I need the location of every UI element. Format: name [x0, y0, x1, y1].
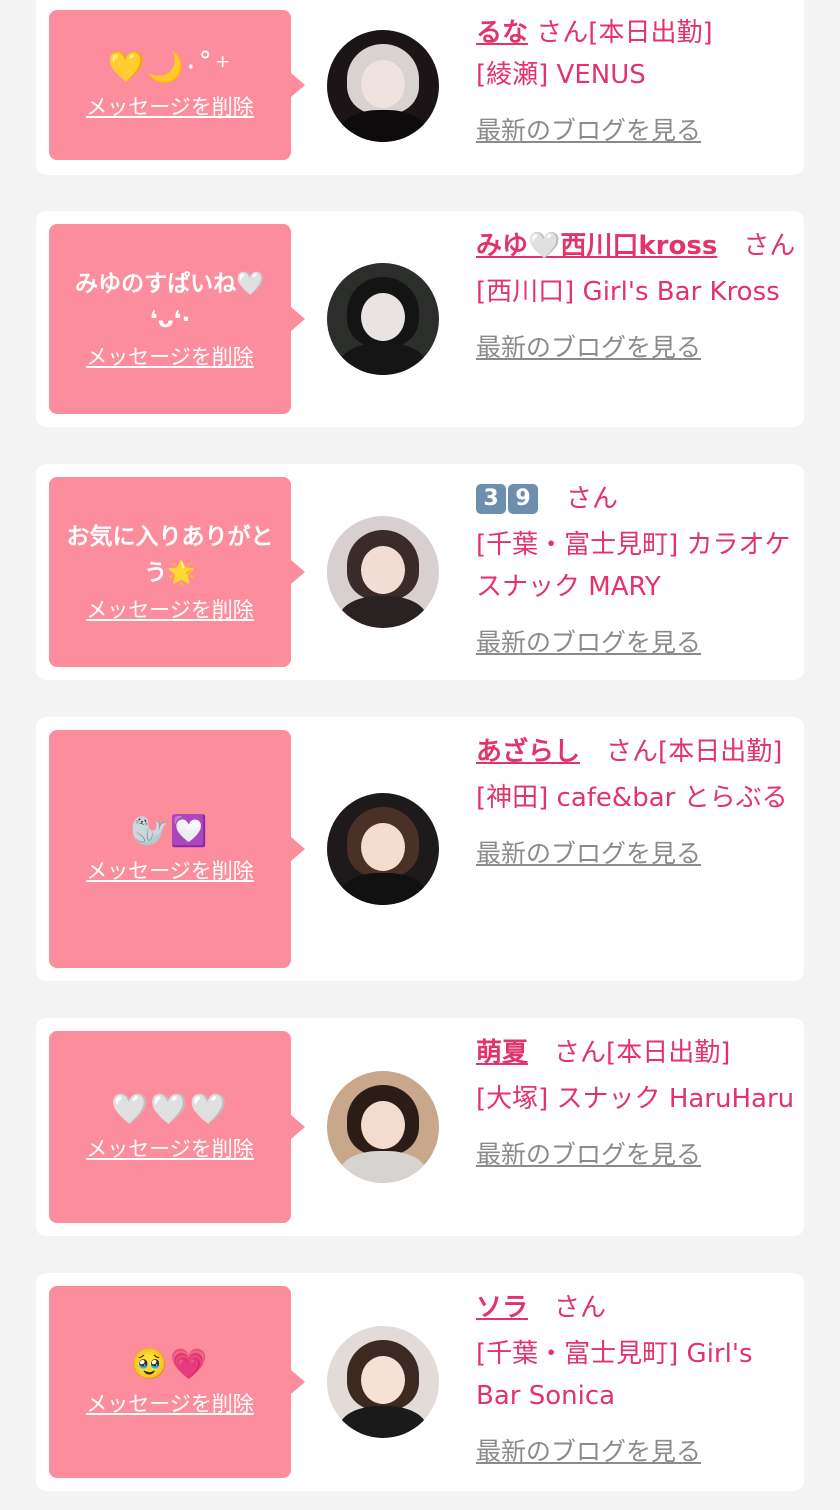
message-text: みゆのすぱいね🤍 ❛ᴗ❛· [75, 271, 265, 333]
honorific: さん [536, 18, 589, 48]
avatar[interactable] [327, 516, 439, 628]
shop-text: [西川口] Girl's Bar Kross [476, 277, 780, 307]
delete-message-link[interactable]: メッセージを削除 [86, 856, 254, 886]
keycap-digit: 3 [476, 484, 506, 514]
message-text: 🦭💟 [130, 814, 210, 849]
favorite-card: 🤍🤍🤍 メッセージを削除 萌夏 さん[本日出勤] [大塚] スナック HaruH… [36, 1018, 804, 1236]
message-bubble: 🤍🤍🤍 メッセージを削除 [49, 1031, 305, 1223]
avatar[interactable] [327, 1071, 439, 1183]
status-text: [本日出勤] [606, 1038, 731, 1068]
favorite-card: 💛🌙·˚⁺ メッセージを削除 るな さん[本日出勤] [綾瀬] VENUS 最新… [36, 0, 804, 175]
cast-info: るな さん[本日出勤] [綾瀬] VENUS 最新のブログを見る [476, 12, 796, 152]
cast-info: 39 さん [千葉・富士見町] カラオケスナック MARY 最新のブログを見る [476, 478, 796, 664]
message-bubble: 🦭💟 メッセージを削除 [49, 730, 305, 968]
delete-message-link[interactable]: メッセージを削除 [86, 1134, 254, 1164]
honorific: さん [554, 1038, 607, 1068]
delete-message-link[interactable]: メッセージを削除 [86, 342, 254, 372]
favorite-card: 🥹💗 メッセージを削除 ソラ さん [千葉・富士見町] Girl's Bar S… [36, 1273, 804, 1491]
cast-name-link[interactable]: ソラ [476, 1293, 528, 1323]
avatar[interactable] [327, 1326, 439, 1438]
delete-message-link[interactable]: メッセージを削除 [86, 595, 254, 625]
favorite-card: みゆのすぱいね🤍 ❛ᴗ❛· メッセージを削除 みゆ🤍西川口kross さん [西… [36, 211, 804, 427]
avatar[interactable] [327, 793, 439, 905]
delete-message-link[interactable]: メッセージを削除 [86, 1389, 254, 1419]
message-bubble: お気に入りありがとう🌟 メッセージを削除 [49, 477, 305, 667]
honorific: さん [743, 231, 796, 261]
shop-text: [大塚] スナック HaruHaru [476, 1084, 795, 1114]
cast-name-link[interactable]: みゆ🤍西川口kross [476, 231, 717, 261]
avatar[interactable] [327, 30, 439, 142]
latest-blog-link[interactable]: 最新のブログを見る [476, 1437, 701, 1466]
honorific: さん [554, 1293, 607, 1323]
favorite-card: 🦭💟 メッセージを削除 あざらし さん[本日出勤] [神田] cafe&bar … [36, 717, 804, 981]
cast-name-link[interactable]: あざらし [476, 737, 580, 767]
cast-info: あざらし さん[本日出勤] [神田] cafe&bar とらぶる 最新のブログを… [476, 731, 796, 875]
honorific: さん [566, 484, 619, 514]
cast-info: ソラ さん [千葉・富士見町] Girl's Bar Sonica 最新のブログ… [476, 1287, 796, 1473]
shop-text: [千葉・富士見町] Girl's Bar Sonica [476, 1339, 753, 1411]
keycap-digit: 9 [508, 484, 538, 514]
honorific: さん [606, 737, 659, 767]
cast-info: 萌夏 さん[本日出勤] [大塚] スナック HaruHaru 最新のブログを見る [476, 1032, 796, 1176]
latest-blog-link[interactable]: 最新のブログを見る [476, 333, 701, 362]
message-bubble: 🥹💗 メッセージを削除 [49, 1286, 305, 1478]
latest-blog-link[interactable]: 最新のブログを見る [476, 628, 701, 657]
message-bubble: みゆのすぱいね🤍 ❛ᴗ❛· メッセージを削除 [49, 224, 305, 414]
avatar[interactable] [327, 263, 439, 375]
message-text: 💛🌙·˚⁺ [107, 50, 233, 85]
favorite-card: お気に入りありがとう🌟 メッセージを削除 39 さん [千葉・富士見町] カラオ… [36, 464, 804, 680]
latest-blog-link[interactable]: 最新のブログを見る [476, 839, 701, 868]
status-text: [本日出勤] [658, 737, 783, 767]
message-text: 🥹💗 [130, 1347, 210, 1382]
shop-text: [綾瀬] VENUS [476, 60, 646, 90]
status-text: [本日出勤] [588, 18, 713, 48]
delete-message-link[interactable]: メッセージを削除 [86, 92, 254, 122]
cast-name-link[interactable]: 39 [476, 484, 540, 514]
message-text: 🤍🤍🤍 [110, 1092, 230, 1127]
shop-text: [神田] cafe&bar とらぶる [476, 783, 788, 813]
latest-blog-link[interactable]: 最新のブログを見る [476, 1140, 701, 1169]
message-text: お気に入りありがとう🌟 [66, 524, 274, 586]
shop-text: [千葉・富士見町] カラオケスナック MARY [476, 530, 791, 602]
latest-blog-link[interactable]: 最新のブログを見る [476, 116, 701, 145]
cast-name-link[interactable]: 萌夏 [476, 1038, 528, 1068]
cast-name-link[interactable]: るな [476, 18, 528, 48]
cast-info: みゆ🤍西川口kross さん [西川口] Girl's Bar Kross 最新… [476, 225, 796, 369]
message-bubble: 💛🌙·˚⁺ メッセージを削除 [49, 10, 305, 160]
